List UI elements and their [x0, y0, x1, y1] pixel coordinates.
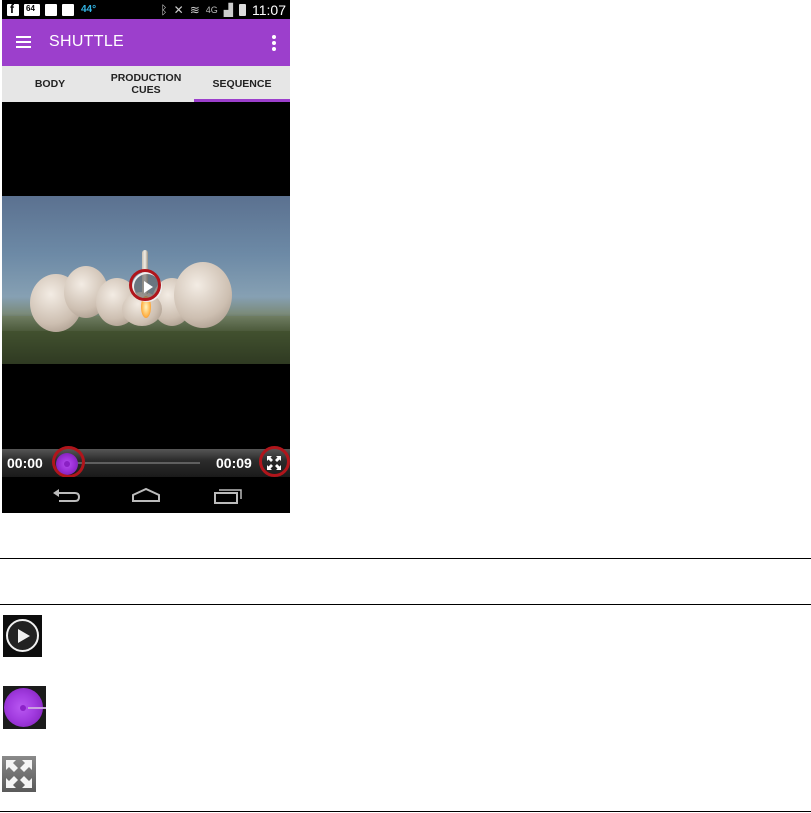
temperature-label: 44°: [81, 4, 97, 15]
table-rule-header: [0, 604, 811, 605]
phone-screenshot: 44° ᛒ ✕ ≋ 4G ▟ 11:07 SHUTTLE BODY PRODUC…: [2, 0, 290, 513]
smoke-cloud: [174, 262, 232, 328]
player-controls: 00:00 00:09: [2, 446, 290, 478]
back-icon[interactable]: [51, 485, 81, 505]
tab-production-cues[interactable]: PRODUCTION CUES: [98, 66, 194, 102]
table-rule-top: [0, 558, 811, 559]
annotation-ring: [259, 446, 290, 477]
badge-notification-icon: [24, 3, 40, 16]
recent-apps-icon[interactable]: [212, 485, 242, 505]
play-icon: [3, 615, 42, 657]
app-notification-icon: [45, 3, 57, 16]
network-type-label: 4G: [205, 4, 218, 15]
image-notification-icon: [62, 3, 74, 16]
clock: 11:07: [252, 1, 286, 18]
wifi-icon: ≋: [189, 2, 200, 17]
play-icon-triangle: [18, 629, 30, 643]
tab-production-cues-label: PRODUCTION CUES: [110, 72, 182, 96]
video-ground: [2, 331, 290, 364]
android-nav-bar: [2, 477, 290, 513]
seek-bar[interactable]: [68, 462, 200, 464]
bluetooth-icon: ᛒ: [160, 2, 168, 17]
app-title: SHUTTLE: [49, 33, 124, 50]
video-player[interactable]: [2, 102, 290, 449]
seek-knob-center: [20, 705, 26, 711]
fullscreen-icon: [2, 756, 36, 792]
seek-knob-track: [28, 707, 46, 709]
status-bar: 44° ᛒ ✕ ≋ 4G ▟ 11:07: [2, 0, 290, 19]
duration: 00:09: [216, 455, 252, 471]
hamburger-menu-icon[interactable]: [16, 36, 31, 48]
tab-bar: BODY PRODUCTION CUES SEQUENCE: [2, 66, 290, 102]
table-rule-bottom: [0, 811, 811, 812]
tab-sequence[interactable]: SEQUENCE: [194, 66, 290, 102]
overflow-menu-icon[interactable]: [272, 35, 276, 51]
video-frame-shuttle-launch: [2, 196, 290, 364]
signal-icon: ▟: [223, 2, 233, 17]
battery-icon: [239, 3, 246, 16]
seek-knob-icon: [3, 686, 46, 729]
app-bar: SHUTTLE: [2, 19, 290, 66]
current-time: 00:00: [7, 455, 43, 471]
mute-icon: ✕: [173, 2, 184, 17]
facebook-notification-icon: [7, 2, 19, 16]
annotation-ring: [52, 446, 85, 478]
fullscreen-arrows-icon: [6, 760, 32, 788]
home-icon[interactable]: [131, 485, 161, 505]
annotation-ring: [129, 269, 161, 301]
tab-body[interactable]: BODY: [2, 66, 98, 102]
